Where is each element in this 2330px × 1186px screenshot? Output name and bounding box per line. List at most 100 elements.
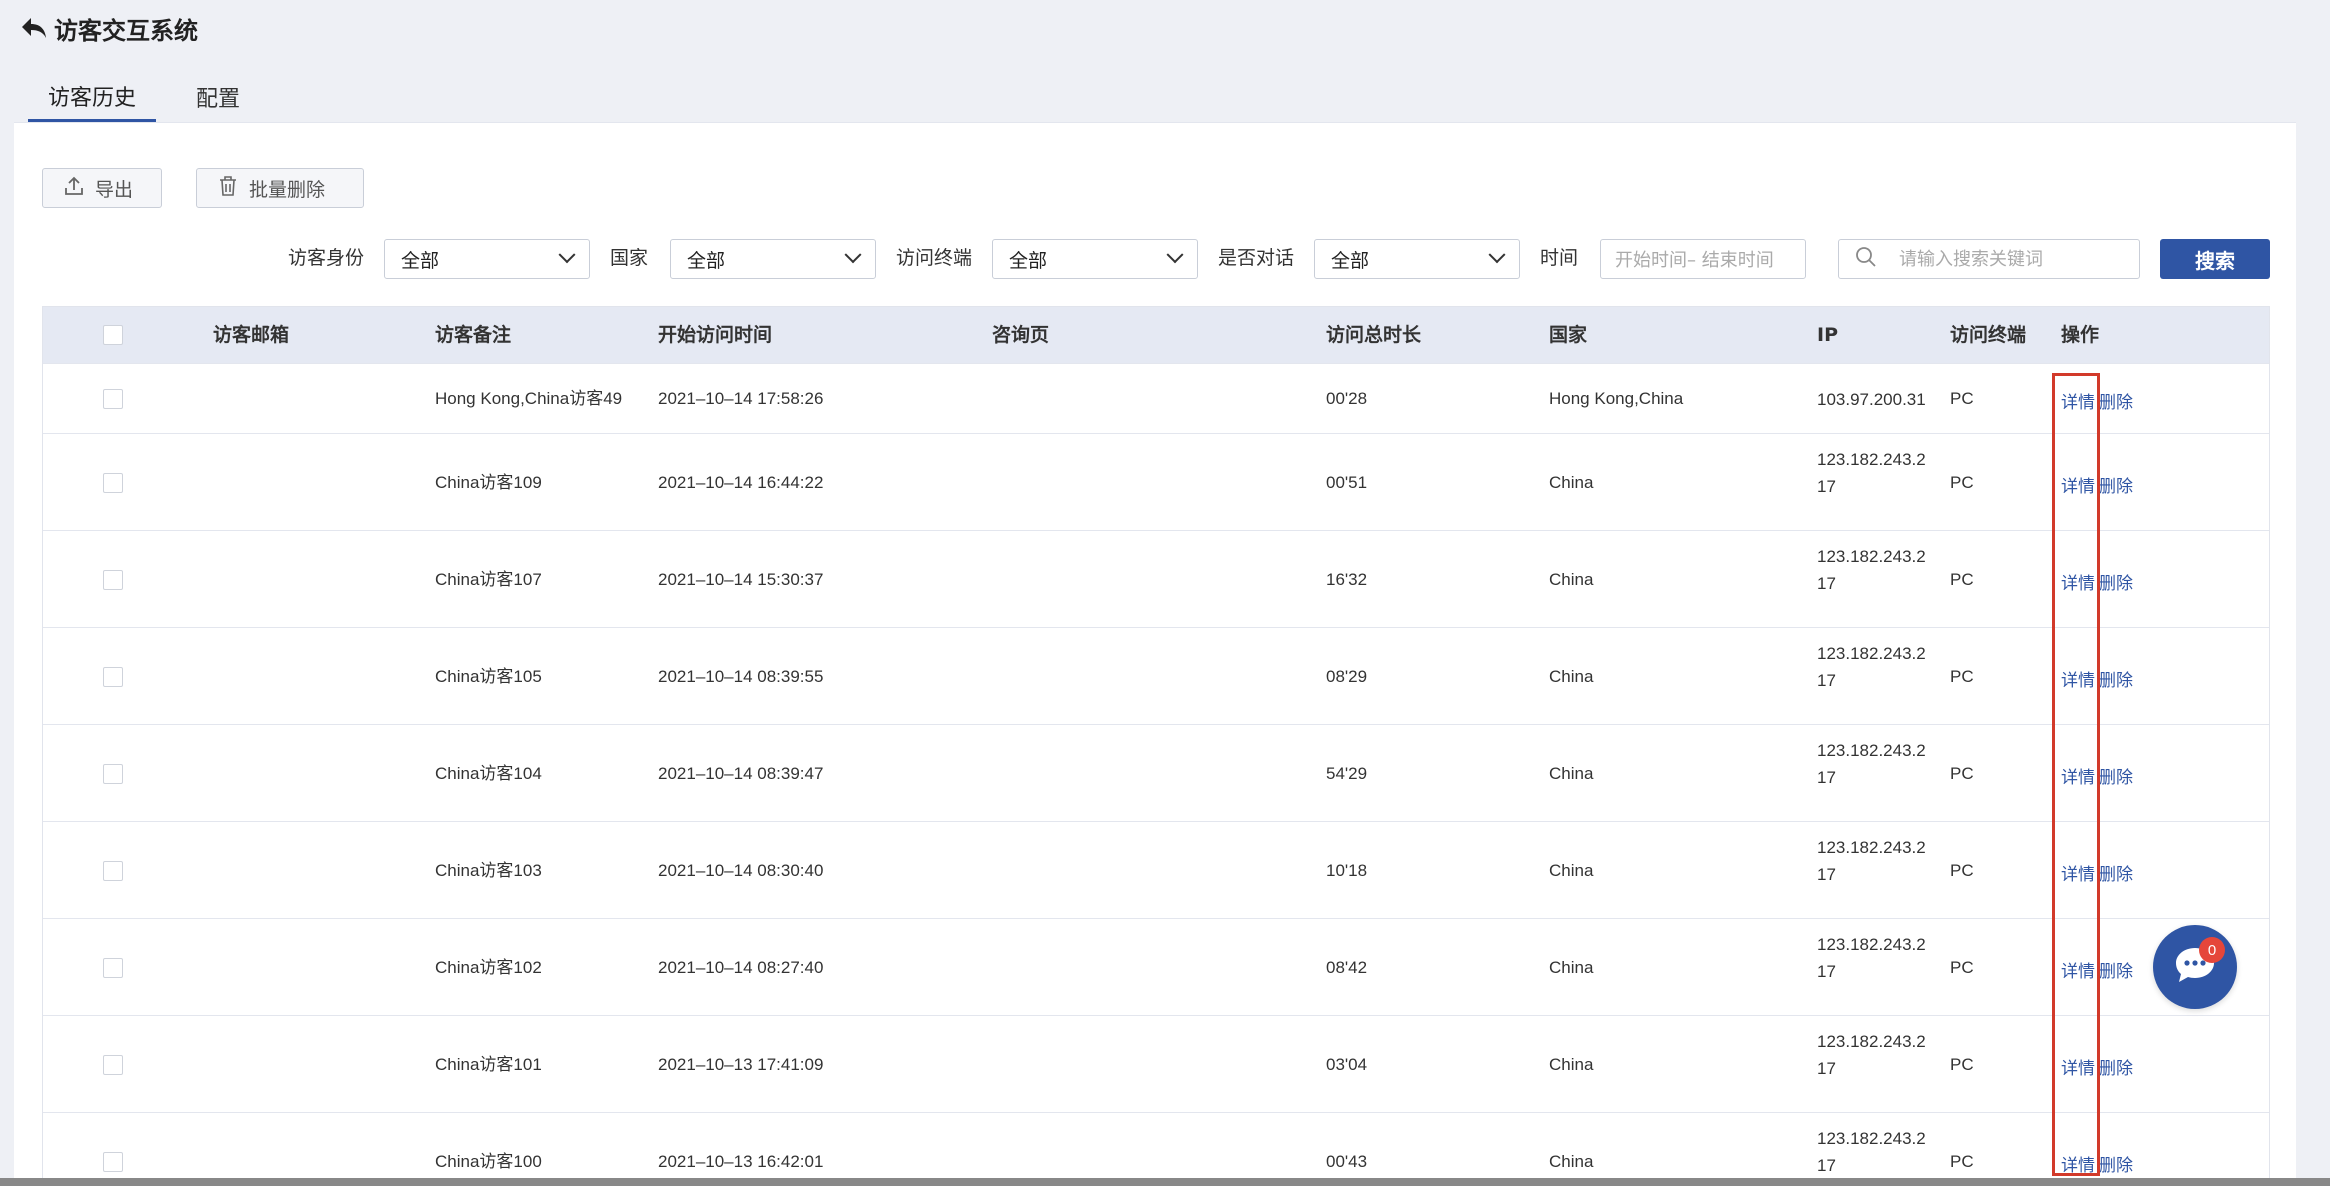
dialog-select[interactable]: 全部 (1314, 239, 1520, 279)
delete-link[interactable]: 删除 (2099, 388, 2133, 413)
tab-bar: 访客历史 配置 (28, 72, 260, 122)
cell-terminal: PC (1950, 763, 1974, 783)
detail-link[interactable]: 详情 (2061, 860, 2095, 885)
cell-start-time: 2021–10–14 08:27:40 (658, 957, 824, 977)
row-checkbox[interactable] (103, 569, 123, 590)
detail-link[interactable]: 详情 (2061, 666, 2095, 691)
cell-ip: 123.182.243.2 17 (1817, 543, 1927, 597)
delete-link[interactable]: 删除 (2099, 1151, 2133, 1176)
delete-link[interactable]: 删除 (2099, 763, 2133, 788)
cell-ip: 123.182.243.2 17 (1817, 1125, 1927, 1179)
cell-country: China (1549, 860, 1594, 880)
delete-link[interactable]: 删除 (2099, 957, 2133, 982)
delete-link[interactable]: 删除 (2099, 666, 2133, 691)
cell-ip: 123.182.243.2 17 (1817, 446, 1927, 500)
detail-link[interactable]: 详情 (2061, 388, 2095, 413)
chevron-down-icon (558, 246, 576, 264)
delete-link[interactable]: 删除 (2099, 472, 2133, 497)
table-row: China访客103 2021–10–14 08:30:40 10'18 China P… (43, 821, 2269, 918)
terminal-select[interactable]: 全部 (992, 239, 1198, 279)
cell-country: China (1549, 1151, 1594, 1171)
filter-bar: 访客身份 全部 国家 全部 访问终端 全部 是否对话 全部 时间 开始时间– 结… (14, 236, 2296, 280)
delete-link[interactable]: 删除 (2099, 1054, 2133, 1079)
back-arrow-icon[interactable] (20, 14, 48, 42)
ip-line: 17 (1817, 1059, 1836, 1078)
identity-filter-label: 访客身份 (288, 247, 365, 269)
ip-line: 123.182.243.2 (1817, 450, 1926, 469)
search-field[interactable] (1838, 239, 2140, 279)
ip-line: 123.182.243.2 (1817, 838, 1926, 857)
detail-link[interactable]: 详情 (2061, 763, 2095, 788)
header-terminal: 访问终端 (1950, 324, 2027, 346)
detail-link[interactable]: 详情 (2061, 1151, 2095, 1176)
detail-link[interactable]: 详情 (2061, 569, 2095, 594)
trash-icon (217, 175, 239, 202)
visitor-table: 访客邮箱 访客备注 开始访问时间 咨询页 访问总时长 国家 IP 访问终端 操作… (42, 306, 2270, 1186)
export-button[interactable]: 导出 (42, 168, 162, 208)
tab-config[interactable]: 配置 (176, 72, 260, 122)
row-checkbox[interactable] (103, 763, 123, 784)
main-panel: 导出 批量删除 访客身份 全部 国家 全部 访问终端 全部 是否对话 全部 时间 (14, 122, 2296, 1186)
cell-start-time: 2021–10–14 08:39:55 (658, 666, 824, 686)
row-checkbox[interactable] (103, 957, 123, 978)
row-checkbox[interactable] (103, 666, 123, 687)
cell-ip: 123.182.243.2 17 (1817, 737, 1927, 791)
cell-duration: 08'42 (1326, 957, 1368, 977)
chevron-down-icon (844, 246, 862, 264)
detail-link[interactable]: 详情 (2061, 957, 2095, 982)
header-email: 访客邮箱 (213, 324, 290, 346)
row-checkbox[interactable] (103, 472, 123, 493)
bottom-scrollbar (0, 1178, 2330, 1186)
cell-duration: 03'04 (1326, 1054, 1368, 1074)
cell-note: China访客101 (435, 1054, 542, 1074)
table-row: China访客105 2021–10–14 08:39:55 08'29 China P… (43, 627, 2269, 724)
cell-terminal: PC (1950, 1151, 1974, 1171)
date-range-input[interactable]: 开始时间– 结束时间 (1600, 239, 1806, 279)
cell-start-time: 2021–10–14 17:58:26 (658, 389, 824, 408)
table-row: Hong Kong,China访客49 2021–10–14 17:58:26 00… (43, 363, 2269, 433)
cell-duration: 00'51 (1326, 472, 1368, 492)
time-filter-label: 时间 (1540, 247, 1579, 269)
header-duration: 访问总时长 (1326, 324, 1422, 346)
chevron-down-icon (1166, 246, 1184, 264)
cell-duration: 10'18 (1326, 860, 1368, 880)
cell-terminal: PC (1950, 957, 1974, 977)
ip-line: 123.182.243.2 (1817, 1129, 1926, 1148)
cell-terminal: PC (1950, 666, 1974, 686)
delete-link[interactable]: 删除 (2099, 569, 2133, 594)
cell-note: China访客103 (435, 860, 542, 880)
cell-country: China (1549, 957, 1594, 977)
delete-link[interactable]: 删除 (2099, 860, 2133, 885)
cell-start-time: 2021–10–14 08:30:40 (658, 860, 824, 880)
identity-select[interactable]: 全部 (384, 239, 590, 279)
cell-start-time: 2021–10–13 16:42:01 (658, 1151, 824, 1171)
cell-terminal: PC (1950, 1054, 1974, 1074)
row-checkbox[interactable] (103, 860, 123, 881)
dialog-select-value: 全部 (1331, 249, 1370, 272)
batch-delete-button[interactable]: 批量删除 (196, 168, 364, 208)
header-start-time: 开始访问时间 (658, 324, 773, 346)
cell-note: China访客107 (435, 569, 542, 589)
cell-note: China访客100 (435, 1151, 542, 1171)
cell-ip: 123.182.243.2 17 (1817, 834, 1927, 888)
cell-country: China (1549, 569, 1594, 589)
tab-visitor-history[interactable]: 访客历史 (28, 72, 157, 122)
row-checkbox[interactable] (103, 389, 123, 409)
cell-note: China访客102 (435, 957, 542, 977)
search-input[interactable] (1899, 248, 2119, 270)
table-row: China访客102 2021–10–14 08:27:40 08'42 China P… (43, 918, 2269, 1015)
cell-country: Hong Kong,China (1549, 389, 1684, 408)
cell-start-time: 2021–10–14 15:30:37 (658, 569, 824, 589)
row-checkbox[interactable] (103, 1054, 123, 1075)
select-all-checkbox[interactable] (103, 325, 123, 345)
cell-note: China访客104 (435, 763, 542, 783)
row-checkbox[interactable] (103, 1151, 123, 1172)
export-label: 导出 (95, 178, 134, 201)
cell-duration: 08'29 (1326, 666, 1368, 686)
country-select[interactable]: 全部 (670, 239, 876, 279)
detail-link[interactable]: 详情 (2061, 1054, 2095, 1079)
country-select-value: 全部 (687, 249, 726, 272)
search-button[interactable]: 搜索 (2160, 239, 2270, 279)
chat-button[interactable] (2153, 925, 2237, 1009)
detail-link[interactable]: 详情 (2061, 472, 2095, 497)
